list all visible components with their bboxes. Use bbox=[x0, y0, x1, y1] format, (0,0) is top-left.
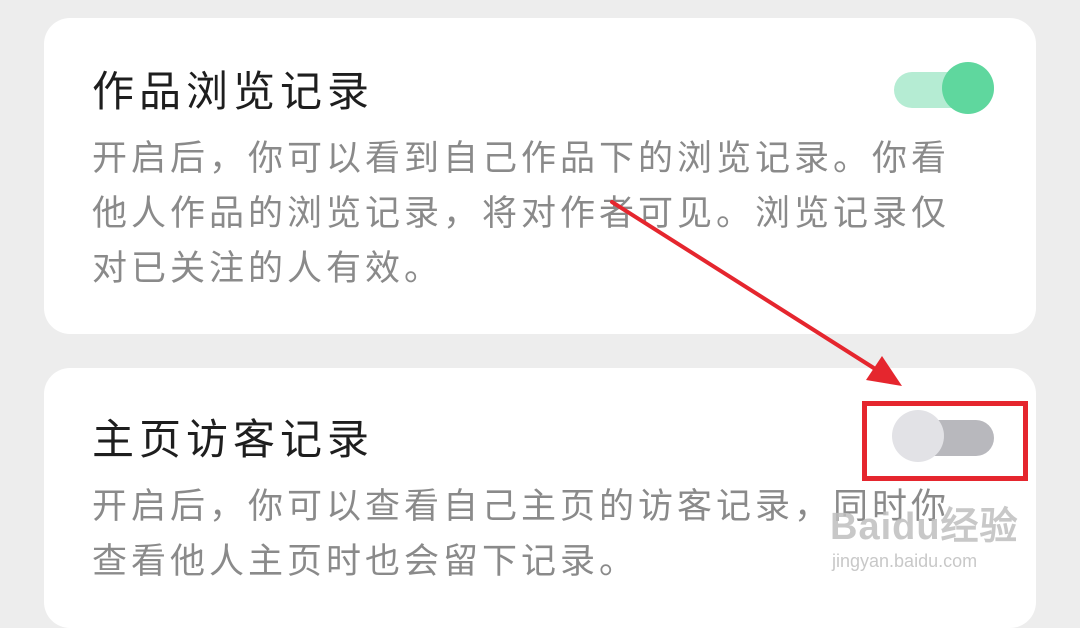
annotation-highlight-box bbox=[862, 401, 1028, 481]
watermark-logo: Baidu经验 bbox=[830, 506, 1019, 548]
setting-title-work-views: 作品浏览记录 bbox=[92, 67, 375, 116]
setting-description-work-views: 开启后，你可以看到自己作品下的浏览记录。你看他人作品的浏览记录，将对作者可见。浏… bbox=[92, 139, 951, 289]
toggle-knob bbox=[942, 62, 994, 114]
setting-title-visitor-records: 主页访客记录 bbox=[92, 415, 375, 464]
work-views-toggle[interactable] bbox=[894, 62, 994, 114]
watermark-url: jingyan.baidu.com bbox=[832, 551, 978, 571]
watermark: Baidu经验 jingyan.baidu.com bbox=[830, 505, 1030, 573]
setting-card-work-views: 作品浏览记录 开启后，你可以看到自己作品下的浏览记录。你看他人作品的浏览记录，将… bbox=[44, 18, 1036, 334]
setting-description-visitor-records: 开启后，你可以查看自己主页的访客记录，同时你查看他人主页时也会留下记录。 bbox=[92, 487, 951, 582]
